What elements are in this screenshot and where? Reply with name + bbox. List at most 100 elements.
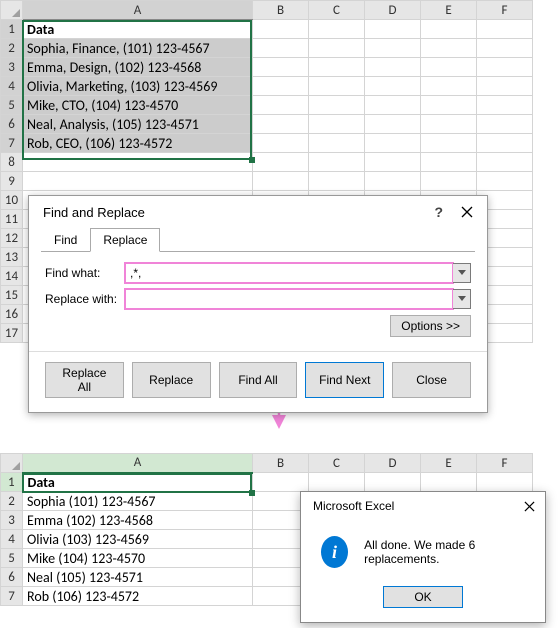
cell[interactable] — [23, 153, 253, 172]
row-header[interactable]: 16 — [1, 305, 23, 324]
cell[interactable]: Sophia, Finance, (101) 123-4567 — [23, 39, 253, 58]
cell[interactable] — [309, 39, 365, 58]
cell[interactable]: Mike (104) 123-4570 — [23, 549, 253, 568]
cell[interactable] — [365, 39, 421, 58]
cell[interactable] — [477, 172, 533, 191]
column-header[interactable]: D — [365, 454, 421, 473]
close-button[interactable]: Close — [392, 362, 471, 398]
column-header[interactable]: B — [253, 1, 309, 20]
cell[interactable] — [477, 77, 533, 96]
cell[interactable]: Neal, Analysis, (105) 123-4571 — [23, 115, 253, 134]
cell[interactable] — [309, 115, 365, 134]
cell[interactable] — [421, 20, 477, 39]
cell[interactable]: Sophia (101) 123-4567 — [23, 492, 253, 511]
cell[interactable] — [23, 172, 253, 191]
cell[interactable] — [421, 39, 477, 58]
find-next-button[interactable]: Find Next — [305, 362, 384, 398]
cell[interactable] — [253, 115, 309, 134]
row-header[interactable]: 1 — [1, 473, 23, 492]
row-header[interactable]: 3 — [1, 511, 23, 530]
cell[interactable] — [421, 58, 477, 77]
column-header[interactable]: C — [309, 1, 365, 20]
cell[interactable] — [253, 58, 309, 77]
cell[interactable] — [253, 172, 309, 191]
cell[interactable] — [253, 20, 309, 39]
cell[interactable] — [421, 134, 477, 153]
tab-find[interactable]: Find — [41, 228, 90, 252]
row-header[interactable]: 4 — [1, 530, 23, 549]
replace-with-input[interactable] — [125, 289, 453, 309]
row-header[interactable]: 13 — [1, 248, 23, 267]
column-header[interactable]: A — [23, 454, 253, 473]
row-header[interactable]: 5 — [1, 96, 23, 115]
column-header[interactable]: C — [309, 454, 365, 473]
cell[interactable] — [365, 153, 421, 172]
cell[interactable] — [421, 153, 477, 172]
replace-with-dropdown[interactable] — [453, 289, 471, 309]
cell[interactable] — [365, 77, 421, 96]
cell[interactable] — [253, 473, 309, 492]
cell[interactable] — [309, 58, 365, 77]
cell[interactable] — [253, 153, 309, 172]
row-header[interactable]: 2 — [1, 492, 23, 511]
cell[interactable]: Neal (105) 123-4571 — [23, 568, 253, 587]
row-header[interactable]: 12 — [1, 229, 23, 248]
cell[interactable] — [477, 58, 533, 77]
cell[interactable]: Data — [23, 473, 253, 492]
cell[interactable] — [365, 172, 421, 191]
find-all-button[interactable]: Find All — [219, 362, 298, 398]
row-header[interactable]: 11 — [1, 210, 23, 229]
cell[interactable]: Rob (106) 123-4572 — [23, 587, 253, 606]
column-header[interactable]: A — [23, 1, 253, 20]
cell[interactable] — [365, 96, 421, 115]
cell[interactable] — [477, 20, 533, 39]
dialog-help-button[interactable]: ? — [434, 204, 443, 220]
cell[interactable] — [253, 96, 309, 115]
cell[interactable] — [309, 134, 365, 153]
cell[interactable] — [365, 134, 421, 153]
messagebox-close-button[interactable] — [524, 501, 535, 512]
replace-button[interactable]: Replace — [132, 362, 211, 398]
cell[interactable] — [365, 58, 421, 77]
cell[interactable] — [477, 473, 533, 492]
cell[interactable]: Emma (102) 123-4568 — [23, 511, 253, 530]
cell[interactable] — [477, 96, 533, 115]
column-header[interactable]: E — [421, 454, 477, 473]
dialog-close-button[interactable] — [461, 206, 473, 218]
find-what-input[interactable] — [125, 263, 453, 283]
messagebox-ok-button[interactable]: OK — [383, 586, 463, 608]
cell[interactable]: Rob, CEO, (106) 123-4572 — [23, 134, 253, 153]
cell[interactable] — [309, 20, 365, 39]
column-header[interactable]: E — [421, 1, 477, 20]
cell[interactable]: Mike, CTO, (104) 123-4570 — [23, 96, 253, 115]
cell[interactable] — [309, 172, 365, 191]
cell[interactable] — [477, 115, 533, 134]
cell[interactable] — [365, 115, 421, 134]
cell[interactable] — [365, 20, 421, 39]
cell[interactable] — [421, 473, 477, 492]
cell[interactable] — [421, 115, 477, 134]
column-header[interactable]: D — [365, 1, 421, 20]
row-header[interactable]: 4 — [1, 77, 23, 96]
row-header[interactable]: 3 — [1, 58, 23, 77]
replace-all-button[interactable]: Replace All — [45, 362, 124, 398]
select-all-corner[interactable] — [1, 1, 23, 20]
row-header[interactable]: 10 — [1, 191, 23, 210]
cell[interactable] — [253, 39, 309, 58]
row-header[interactable]: 15 — [1, 286, 23, 305]
row-header[interactable]: 6 — [1, 115, 23, 134]
cell[interactable] — [421, 77, 477, 96]
cell[interactable] — [309, 473, 365, 492]
cell[interactable] — [421, 96, 477, 115]
tab-replace[interactable]: Replace — [90, 228, 160, 252]
row-header[interactable]: 2 — [1, 39, 23, 58]
row-header[interactable]: 14 — [1, 267, 23, 286]
cell[interactable] — [309, 77, 365, 96]
select-all-corner[interactable] — [1, 454, 23, 473]
row-header[interactable]: 7 — [1, 587, 23, 606]
cell[interactable] — [421, 172, 477, 191]
column-header[interactable]: B — [253, 454, 309, 473]
column-header[interactable]: F — [477, 1, 533, 20]
row-header[interactable]: 9 — [1, 172, 23, 191]
cell[interactable] — [477, 153, 533, 172]
